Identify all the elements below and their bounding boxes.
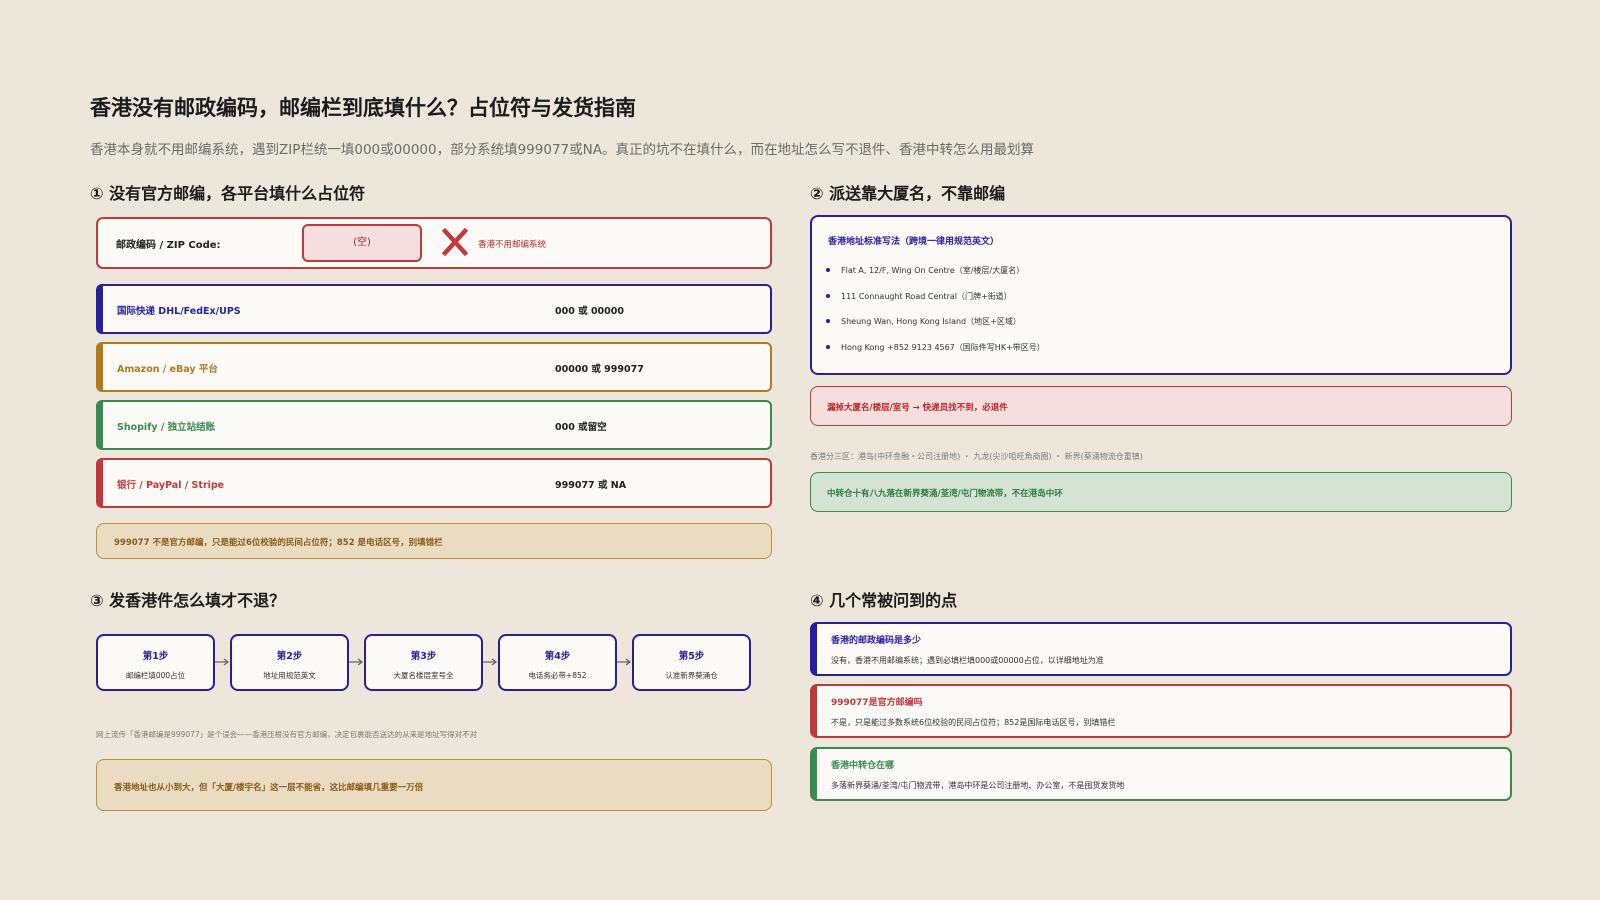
faq-answer: 多落新界葵涌/荃湾/屯门物流带，港岛中环是公司注册地、办公室，不是囤货发货地: [831, 781, 1125, 790]
platform-row-shopify: Shopify / 独立站结账 000 或留空: [96, 400, 772, 450]
return-warning: 漏掉大厦名/楼层/室号 → 快递员找不到，必退件: [810, 386, 1512, 426]
cross-icon: [442, 228, 468, 256]
arrow-right-icon: [483, 658, 498, 666]
step-card: 第3步 大厦名楼层室号全: [364, 634, 483, 691]
faq-item: 999077是官方邮编吗 不是，只是能过多数系统6位校验的民间占位符；852是国…: [810, 684, 1512, 738]
step-title: 第1步: [142, 651, 169, 662]
step-desc: 邮编栏填000占位: [125, 671, 186, 680]
faq-item: 香港中转仓在哪 多落新界葵涌/荃湾/屯门物流带，港岛中环是公司注册地、办公室，不…: [810, 747, 1512, 801]
address-list: Flat A, 12/F, Wing On Centre（室/楼层/大厦名） 1…: [826, 265, 1045, 367]
step-card: 第2步 地址用规范英文: [230, 634, 349, 691]
step-desc: 地址用规范英文: [263, 671, 316, 680]
zip-code-row: 邮政编码 / ZIP Code: (空) 香港不用邮编系统: [96, 217, 772, 269]
platform-name: 国际快递 DHL/FedEx/UPS: [117, 306, 241, 317]
arrow-right-icon: [349, 658, 364, 666]
bullet-icon: [826, 319, 830, 323]
districts-note: 香港分三区：港岛(中环金融・公司注册地) ・ 九龙(尖沙咀旺角商圈) ・ 新界(…: [810, 452, 1143, 461]
address-line: Hong Kong +852 9123 4567（国际件写HK+带区号）: [826, 342, 1045, 368]
platform-value: 000 或留空: [555, 422, 607, 433]
section1-title: ① 没有官方邮编，各平台填什么占位符: [90, 184, 366, 203]
step-title: 第2步: [276, 651, 303, 662]
platform-row-bank: 银行 / PayPal / Stripe 999077 或 NA: [96, 458, 772, 508]
address-line: Sheung Wan, Hong Kong Island（地区+区域）: [826, 316, 1045, 342]
address-line: Flat A, 12/F, Wing On Centre（室/楼层/大厦名）: [826, 265, 1045, 291]
step-title: 第3步: [410, 651, 437, 662]
step-card: 第5步 认准新界葵涌仓: [632, 634, 751, 691]
section3-title: ③ 发香港件怎么填才不退？: [90, 591, 286, 610]
platform-value: 000 或 00000: [555, 306, 624, 317]
myth-note: 网上流传「香港邮编是999077」是个误会——香港压根没有官方邮编，决定包裹能否…: [96, 730, 478, 739]
address-line: 111 Connaught Road Central（门牌+街道）: [826, 291, 1045, 317]
step-card: 第4步 电话务必带+852: [498, 634, 617, 691]
platform-name: Amazon / eBay 平台: [117, 364, 218, 375]
step-desc: 电话务必带+852: [528, 671, 587, 680]
faq-question: 香港的邮政编码是多少: [831, 636, 922, 646]
arrow-right-icon: [215, 658, 230, 666]
placeholder-note: 999077 不是官方邮编，只是能过6位校验的民间占位符；852 是电话区号，别…: [96, 523, 772, 559]
page-subtitle: 香港本身就不用邮编系统，遇到ZIP栏统一填000或00000，部分系统填9990…: [90, 142, 1034, 158]
zip-note: 香港不用邮编系统: [478, 240, 547, 250]
address-tip: 香港地址也从小到大，但「大厦/楼宇名」这一层不能省，这比邮编填几重要一万倍: [96, 759, 772, 811]
faq-question: 香港中转仓在哪: [831, 761, 895, 771]
platform-name: 银行 / PayPal / Stripe: [117, 480, 225, 491]
platform-value: 00000 或 999077: [555, 364, 644, 375]
step-card: 第1步 邮编栏填000占位: [96, 634, 215, 691]
bullet-icon: [826, 344, 830, 349]
bullet-icon: [826, 268, 830, 272]
faq-question: 999077是官方邮编吗: [831, 698, 923, 708]
faq-answer: 不是，只是能过多数系统6位校验的民间占位符；852是国际电话区号，别填错栏: [831, 718, 1116, 727]
bullet-icon: [826, 293, 830, 298]
step-title: 第4步: [544, 651, 571, 662]
address-heading: 香港地址标准写法（跨境一律用规范英文）: [828, 237, 1000, 247]
platform-name: Shopify / 独立站结账: [117, 422, 216, 433]
section4-title: ④ 几个常被问到的点: [810, 591, 958, 610]
arrow-right-icon: [617, 658, 632, 666]
platform-row-amazon: Amazon / eBay 平台 00000 或 999077: [96, 342, 772, 392]
step-desc: 认准新界葵涌仓: [665, 671, 718, 680]
faq-item: 香港的邮政编码是多少 没有，香港不用邮编系统；遇到必填栏填000或00000占位…: [810, 622, 1512, 676]
platform-row-express: 国际快递 DHL/FedEx/UPS 000 或 00000: [96, 284, 772, 334]
transit-note: 中转仓十有八九落在新界葵涌/荃湾/屯门物流带，不在港岛中环: [810, 472, 1512, 512]
zip-input[interactable]: (空): [302, 224, 422, 262]
platform-value: 999077 或 NA: [555, 480, 627, 491]
page-title: 香港没有邮政编码，邮编栏到底填什么？占位符与发货指南: [90, 96, 636, 120]
step-title: 第5步: [678, 651, 705, 662]
zip-label: 邮政编码 / ZIP Code:: [116, 240, 221, 251]
section2-title: ② 派送靠大厦名，不靠邮编: [810, 184, 1006, 203]
faq-answer: 没有，香港不用邮编系统；遇到必填栏填000或00000占位，以详细地址为准: [831, 656, 1104, 665]
step-desc: 大厦名楼层室号全: [393, 671, 454, 680]
address-format-card: 香港地址标准写法（跨境一律用规范英文） Flat A, 12/F, Wing O…: [810, 215, 1512, 375]
